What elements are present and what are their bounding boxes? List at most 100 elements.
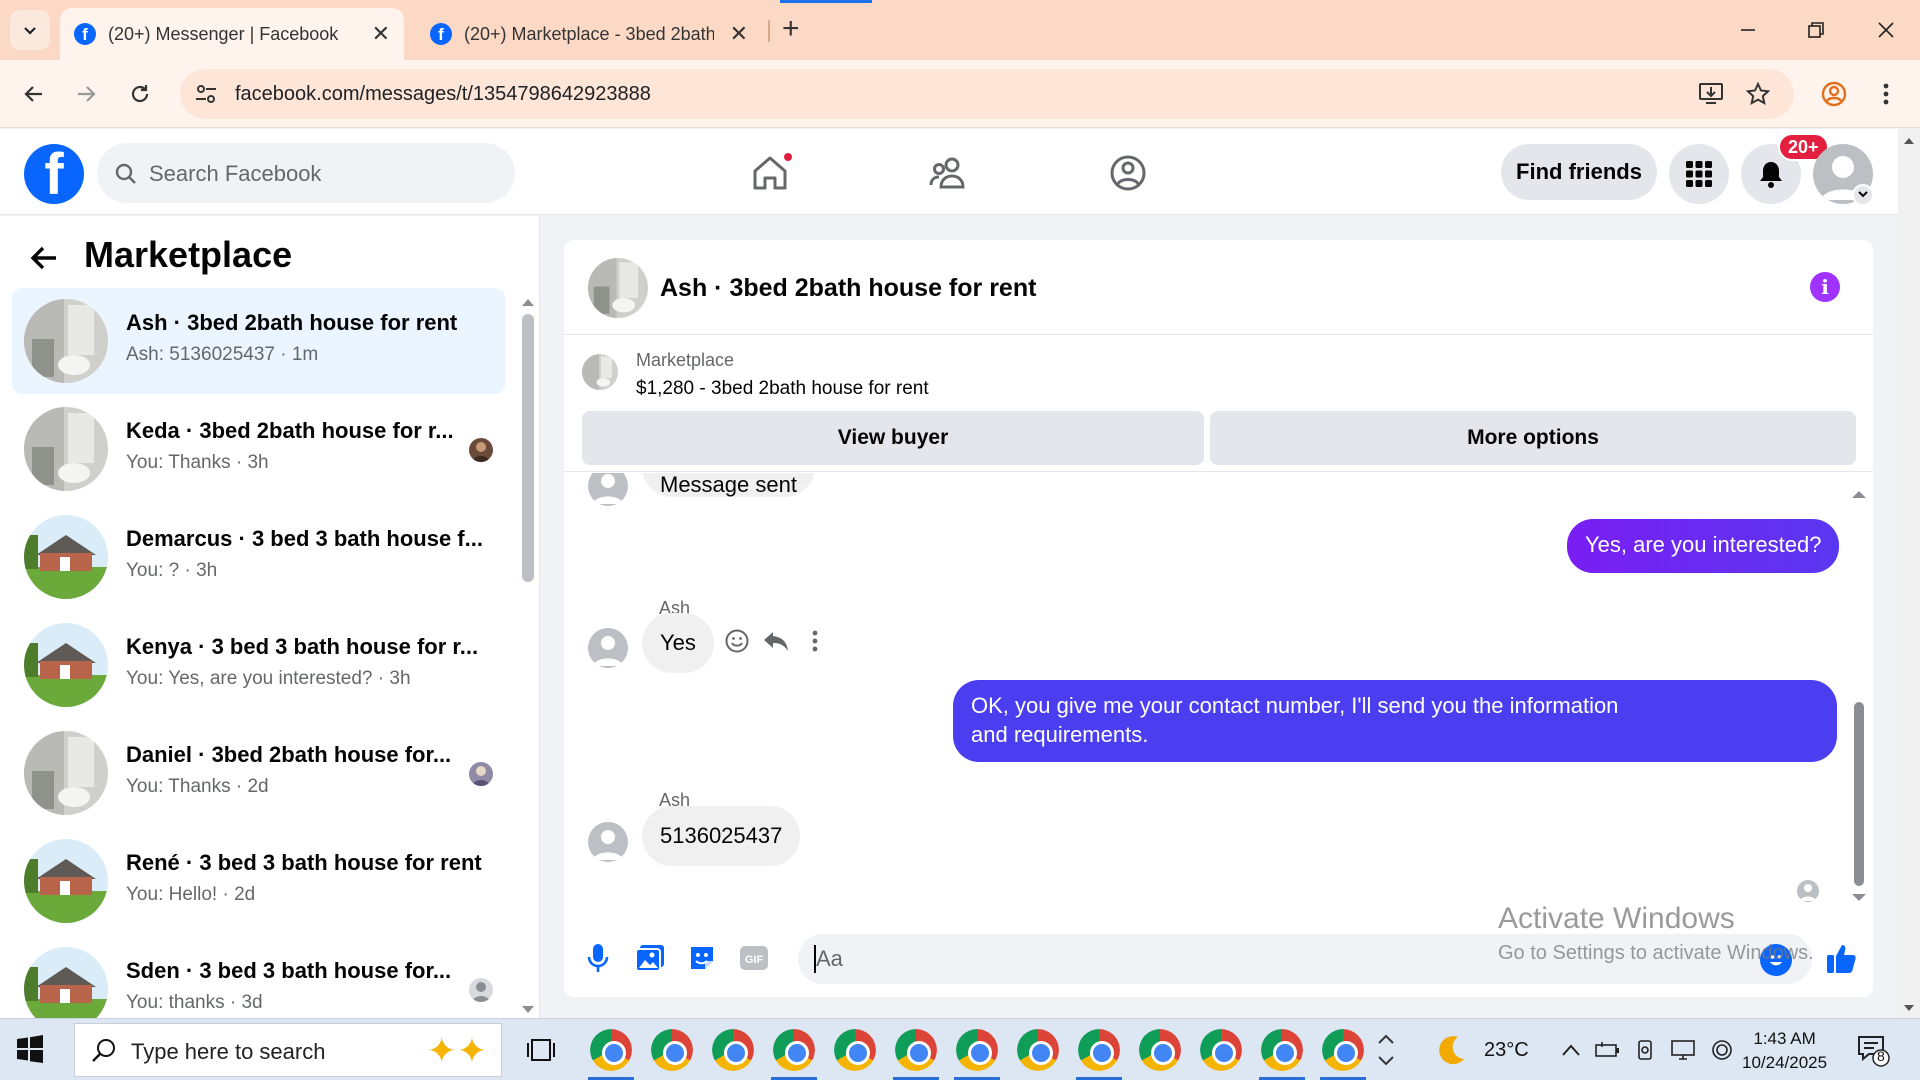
taskbar-search-placeholder: Type here to search	[131, 1039, 326, 1064]
message-input[interactable]: Aa	[798, 934, 1812, 984]
attach-photo-button[interactable]	[630, 938, 670, 978]
facebook-logo-icon[interactable]: f	[24, 144, 84, 204]
chrome-app-icon[interactable]	[834, 1029, 876, 1071]
conversation-item[interactable]: Demarcus · 3 bed 3 bath house f... You: …	[12, 504, 505, 610]
search-icon	[115, 163, 136, 184]
tab-messenger[interactable]: f (20+) Messenger | Facebook ✕	[60, 8, 404, 60]
chrome-app-icon[interactable]	[1017, 1029, 1059, 1071]
chrome-app-icon[interactable]	[651, 1029, 693, 1071]
chevron-down-icon[interactable]	[1852, 184, 1874, 206]
bookmark-star-icon[interactable]	[1745, 81, 1771, 111]
speaker-icon[interactable]	[1710, 1038, 1734, 1062]
tab-search-button[interactable]	[10, 10, 50, 50]
groups-nav-button[interactable]	[1104, 149, 1152, 197]
message-text: 5136025437	[660, 823, 783, 848]
clock-time: 1:43 AM	[1753, 1029, 1816, 1048]
network-icon[interactable]	[1670, 1039, 1696, 1061]
chat-avatar[interactable]	[588, 258, 648, 318]
conversation-item[interactable]: Kenya · 3 bed 3 bath house for r... You:…	[12, 612, 505, 718]
microphone-icon	[587, 944, 609, 972]
chrome-app-icon[interactable]	[1078, 1029, 1120, 1071]
start-button[interactable]	[16, 1035, 44, 1068]
message-bubble-received[interactable]: 5136025437	[642, 806, 801, 866]
view-buyer-button[interactable]: View buyer	[582, 411, 1204, 465]
voice-clip-button[interactable]	[578, 938, 618, 978]
listing-price-title[interactable]: $1,280 - 3bed 2bath house for rent	[636, 378, 929, 400]
system-clock[interactable]: 1:43 AM 10/24/2025	[1742, 1027, 1827, 1075]
conversation-preview: Ash: 5136025437 · 1m	[126, 344, 319, 365]
chrome-app-icon[interactable]	[590, 1029, 632, 1071]
scroll-up-arrow[interactable]	[521, 294, 535, 312]
overflow-arrows[interactable]	[1378, 1019, 1394, 1080]
url-text[interactable]: facebook.com/messages/t/1354798642923888	[235, 83, 651, 106]
back-button[interactable]	[14, 74, 54, 114]
site-info-icon[interactable]	[194, 82, 218, 111]
conversation-item[interactable]: Daniel · 3bed 2bath house for... You: Th…	[12, 720, 505, 826]
gif-button[interactable]: GIF	[734, 938, 774, 978]
friends-nav-button[interactable]	[924, 149, 972, 197]
find-friends-button[interactable]: Find friends	[1501, 144, 1657, 200]
profile-button[interactable]	[1814, 74, 1854, 114]
forward-button[interactable]	[66, 74, 106, 114]
message-bubble-sent[interactable]: Yes, are you interested?	[1567, 519, 1840, 573]
restore-button[interactable]	[1796, 10, 1836, 50]
taskbar-search-box[interactable]: Type here to search ✦✦	[74, 1023, 502, 1077]
info-icon[interactable]: i	[1810, 272, 1840, 302]
chrome-app-icon[interactable]	[712, 1029, 754, 1071]
sender-avatar[interactable]	[588, 473, 628, 506]
close-icon[interactable]: ✕	[372, 21, 390, 47]
address-bar[interactable]: facebook.com/messages/t/1354798642923888	[180, 69, 1794, 119]
close-icon[interactable]: ✕	[730, 21, 748, 47]
weather-widget[interactable]: 23°C	[1434, 1019, 1529, 1080]
sidebar-scrollbar[interactable]	[522, 314, 534, 582]
emoji-button[interactable]	[1760, 944, 1792, 976]
back-button[interactable]	[28, 242, 60, 279]
message-bubble-received[interactable]: Message sent	[642, 473, 815, 497]
reload-icon	[131, 85, 149, 103]
listing-thumbnail[interactable]	[582, 354, 618, 390]
message-actions	[724, 628, 828, 659]
task-view-button[interactable]	[526, 1037, 556, 1068]
new-tab-button[interactable]: +	[782, 12, 800, 46]
tab-marketplace[interactable]: f (20+) Marketplace - 3bed 2bath ✕	[416, 8, 762, 60]
message-bubble-sent[interactable]: OK, you give me your contact number, I'l…	[953, 680, 1837, 762]
browser-menu-button[interactable]	[1866, 74, 1906, 114]
menu-button[interactable]	[1669, 144, 1729, 204]
sender-avatar[interactable]	[588, 628, 628, 668]
scroll-up-arrow[interactable]	[1851, 486, 1867, 504]
like-button[interactable]	[1822, 938, 1862, 978]
conversation-item[interactable]: Ash · 3bed 2bath house for rent Ash: 513…	[12, 288, 505, 394]
minimize-button[interactable]	[1728, 10, 1768, 50]
conversation-item[interactable]: René · 3 bed 3 bath house for rent You: …	[12, 828, 505, 934]
bathroom-thumbnail	[24, 731, 108, 815]
more-options-button[interactable]: More options	[1210, 411, 1856, 465]
chrome-app-icon[interactable]	[895, 1029, 937, 1071]
page-scrollbar[interactable]	[1898, 129, 1920, 1018]
chat-title[interactable]: Ash · 3bed 2bath house for rent	[660, 274, 1036, 303]
install-app-icon[interactable]	[1698, 82, 1724, 111]
search-input[interactable]: Search Facebook	[97, 143, 515, 203]
device-icon[interactable]	[1634, 1039, 1656, 1061]
conversation-item[interactable]: Keda · 3bed 2bath house for r... You: Th…	[12, 396, 505, 502]
search-placeholder: Search Facebook	[149, 161, 322, 186]
chrome-app-icon[interactable]	[1200, 1029, 1242, 1071]
reload-button[interactable]	[120, 74, 160, 114]
message-bubble-received[interactable]: Yes	[642, 613, 714, 673]
sticker-button[interactable]	[682, 938, 722, 978]
message-scrollbar[interactable]	[1854, 702, 1864, 886]
sender-avatar[interactable]	[588, 822, 628, 862]
chrome-app-icon[interactable]	[956, 1029, 998, 1071]
marketplace-listing-card: Marketplace $1,280 - 3bed 2bath house fo…	[564, 336, 1873, 472]
chevron-up-icon[interactable]	[1562, 1044, 1580, 1056]
scroll-down-arrow[interactable]	[1851, 890, 1867, 908]
more-button[interactable]	[802, 628, 828, 659]
chrome-app-icon[interactable]	[1139, 1029, 1181, 1071]
close-window-button[interactable]	[1866, 10, 1906, 50]
chrome-app-icon[interactable]	[1261, 1029, 1303, 1071]
action-center-button[interactable]: 8	[1856, 1033, 1890, 1072]
reply-button[interactable]	[762, 629, 790, 658]
battery-icon[interactable]	[1594, 1040, 1620, 1060]
react-button[interactable]	[724, 628, 750, 659]
chrome-app-icon[interactable]	[773, 1029, 815, 1071]
chrome-app-icon[interactable]	[1322, 1029, 1364, 1071]
